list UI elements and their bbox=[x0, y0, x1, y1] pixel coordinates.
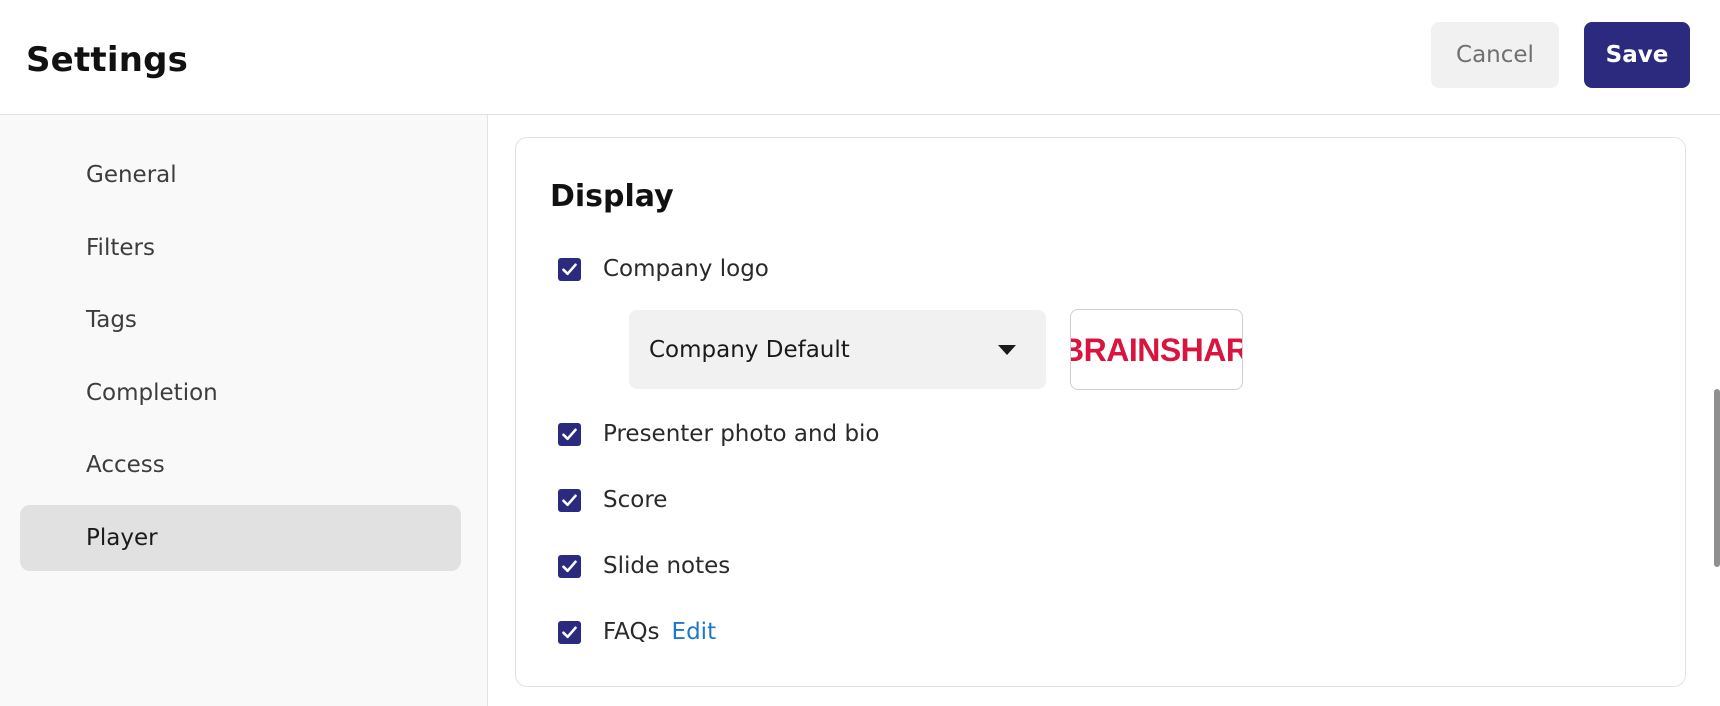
header-bar: Settings Cancel Save bbox=[0, 0, 1720, 115]
option-presenter-photo: Presenter photo and bio bbox=[558, 419, 880, 449]
company-logo-checkbox[interactable] bbox=[558, 257, 581, 281]
sidebar-item-label: Filters bbox=[86, 235, 155, 261]
check-icon bbox=[562, 428, 577, 440]
option-company-logo: Company logo bbox=[558, 254, 769, 284]
sidebar-item-tags[interactable]: Tags bbox=[20, 287, 461, 353]
logo-preview-image: BRAINSHARK bbox=[1070, 332, 1242, 368]
sidebar-item-label: Tags bbox=[86, 307, 137, 333]
page-title: Settings bbox=[26, 40, 189, 80]
settings-sidebar: General Filters Tags Completion Access P… bbox=[0, 115, 488, 706]
sidebar-item-filters[interactable]: Filters bbox=[20, 215, 461, 281]
score-checkbox[interactable] bbox=[558, 488, 581, 512]
slide-notes-checkbox[interactable] bbox=[558, 554, 581, 578]
sidebar-item-general[interactable]: General bbox=[20, 142, 461, 208]
cancel-button[interactable]: Cancel bbox=[1431, 22, 1559, 88]
section-title: Display bbox=[550, 179, 674, 214]
logo-select-value: Company Default bbox=[649, 336, 850, 363]
logo-preview: BRAINSHARK bbox=[1070, 309, 1243, 390]
sidebar-item-label: Player bbox=[86, 525, 158, 551]
check-icon bbox=[562, 626, 577, 638]
faqs-edit-link[interactable]: Edit bbox=[672, 619, 717, 645]
sidebar-item-completion[interactable]: Completion bbox=[20, 360, 461, 426]
sidebar-item-label: Completion bbox=[86, 380, 218, 406]
company-logo-label: Company logo bbox=[603, 256, 769, 282]
display-card: Display Company logo Company Default BRA… bbox=[515, 137, 1686, 687]
faqs-label: FAQs bbox=[603, 619, 660, 645]
option-slide-notes: Slide notes bbox=[558, 551, 730, 581]
presenter-photo-label: Presenter photo and bio bbox=[603, 421, 880, 447]
logo-select[interactable]: Company Default bbox=[629, 310, 1046, 389]
sidebar-item-access[interactable]: Access bbox=[20, 432, 461, 498]
save-button[interactable]: Save bbox=[1584, 22, 1690, 88]
check-icon bbox=[562, 494, 577, 506]
option-score: Score bbox=[558, 485, 667, 515]
check-icon bbox=[562, 560, 577, 572]
presenter-photo-checkbox[interactable] bbox=[558, 422, 581, 446]
sidebar-item-player[interactable]: Player bbox=[20, 505, 461, 571]
check-icon bbox=[562, 263, 577, 275]
scrollbar-thumb[interactable] bbox=[1714, 389, 1720, 567]
faqs-checkbox[interactable] bbox=[558, 620, 581, 644]
score-label: Score bbox=[603, 487, 668, 513]
sidebar-item-label: General bbox=[86, 162, 177, 188]
sidebar-item-label: Access bbox=[86, 452, 165, 478]
caret-down-icon bbox=[998, 345, 1016, 355]
option-faqs: FAQs Edit bbox=[558, 617, 716, 647]
slide-notes-label: Slide notes bbox=[603, 553, 731, 579]
